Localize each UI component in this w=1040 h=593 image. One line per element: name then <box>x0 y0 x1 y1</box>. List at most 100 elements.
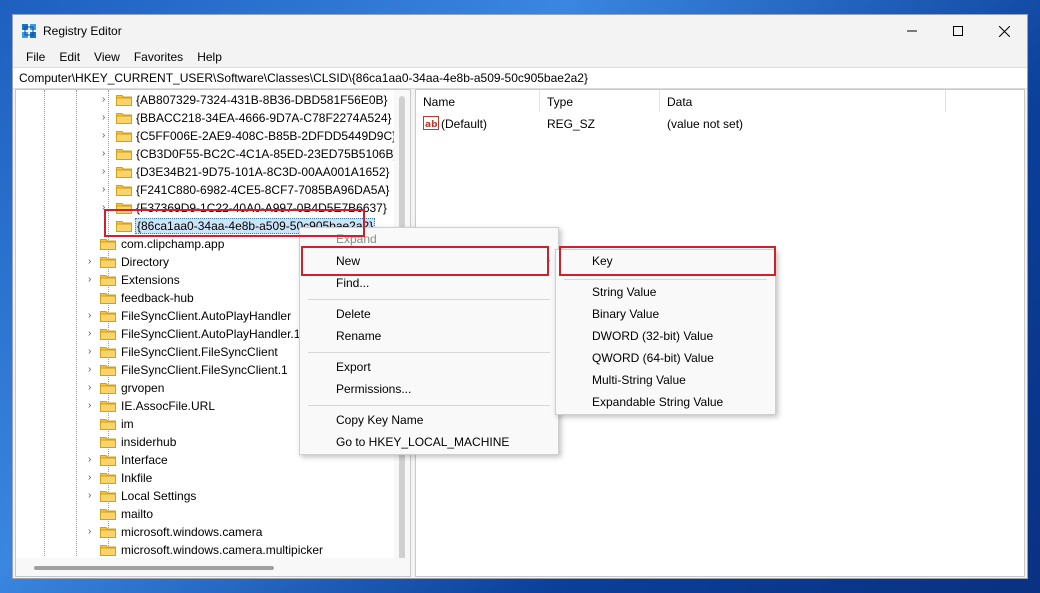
menu-separator <box>308 299 550 300</box>
tree-item-guid[interactable]: › {BBACC218-34EA-4666-9D7A-C78F2274A524} <box>16 109 392 127</box>
title-bar[interactable]: Registry Editor <box>13 15 1027 47</box>
chevron-right-icon[interactable]: › <box>102 130 112 142</box>
context-menu: Expand New › Find... Delete Rename Expor… <box>299 227 559 455</box>
tree-item-label: Inkfile <box>121 471 153 485</box>
column-header-data[interactable]: Data <box>660 90 946 112</box>
chevron-right-icon[interactable]: › <box>88 490 98 502</box>
chevron-right-icon[interactable]: › <box>88 274 98 286</box>
folder-icon <box>100 347 116 358</box>
chevron-right-icon[interactable]: › <box>102 112 112 124</box>
folder-icon <box>100 365 116 376</box>
close-button[interactable] <box>981 15 1027 47</box>
menu-favorites[interactable]: Favorites <box>127 50 190 64</box>
menu-item-delete[interactable]: Delete <box>300 303 558 325</box>
tree-item[interactable]: › Local Settings <box>16 487 392 505</box>
tree-item[interactable]: › Inkfile <box>16 469 392 487</box>
tree-item-label: Local Settings <box>121 489 197 503</box>
menu-item-rename[interactable]: Rename <box>300 325 558 347</box>
tree-item-label: mailto <box>121 507 154 521</box>
tree-item-guid[interactable]: › {AB807329-7324-431B-8B36-DBD581F56E0B} <box>16 91 392 109</box>
folder-icon <box>100 257 116 268</box>
tree-item-label: FileSyncClient.FileSyncClient.1 <box>121 363 288 377</box>
chevron-right-icon[interactable]: › <box>102 94 112 106</box>
menu-item-export[interactable]: Export <box>300 356 558 378</box>
folder-icon <box>116 203 132 214</box>
tree-item[interactable]: microsoft.windows.camera.multipicker <box>16 541 392 559</box>
chevron-right-icon[interactable]: › <box>102 166 112 178</box>
tree-item-guid[interactable]: › {F37369D9-1C22-40A0-A997-0B4D5E7B6637} <box>16 199 392 217</box>
submenu-item-string-value[interactable]: String Value <box>556 281 775 303</box>
value-name: (Default) <box>441 117 488 131</box>
tree-item[interactable]: › microsoft.windows.camera <box>16 523 392 541</box>
chevron-right-icon[interactable]: › <box>88 400 98 412</box>
chevron-right-icon[interactable]: › <box>102 148 112 160</box>
chevron-right-icon[interactable]: › <box>102 184 112 196</box>
submenu-item-qword-value[interactable]: QWORD (64-bit) Value <box>556 347 775 369</box>
tree-item-label: microsoft.windows.camera.multipicker <box>121 543 324 557</box>
folder-icon <box>100 275 116 286</box>
address-path: Computer\HKEY_CURRENT_USER\Software\Clas… <box>19 71 588 85</box>
chevron-right-icon[interactable]: › <box>88 328 98 340</box>
tree-item-label: grvopen <box>121 381 165 395</box>
chevron-right-icon[interactable]: › <box>88 256 98 268</box>
submenu-item-dword-value[interactable]: DWORD (32-bit) Value <box>556 325 775 347</box>
tree-item-guid[interactable]: › {D3E34B21-9D75-101A-8C3D-00AA001A1652} <box>16 163 392 181</box>
ab-string-icon: ab <box>423 116 439 130</box>
chevron-right-icon[interactable]: › <box>88 454 98 466</box>
chevron-right-icon[interactable]: › <box>88 382 98 394</box>
folder-icon <box>100 401 116 412</box>
menu-item-find[interactable]: Find... <box>300 272 558 294</box>
chevron-right-icon[interactable]: › <box>88 310 98 322</box>
submenu-item-multi-string-value[interactable]: Multi-String Value <box>556 369 775 391</box>
menu-edit[interactable]: Edit <box>52 50 87 64</box>
menu-item-goto-hklm[interactable]: Go to HKEY_LOCAL_MACHINE <box>300 431 558 453</box>
folder-icon <box>100 419 116 430</box>
menu-item-expand[interactable]: Expand <box>300 228 558 250</box>
folder-icon <box>100 329 116 340</box>
chevron-right-icon[interactable]: › <box>88 472 98 484</box>
folder-icon <box>116 149 132 160</box>
column-header-type[interactable]: Type <box>540 90 660 112</box>
tree-item-label: Interface <box>121 453 168 467</box>
tree-item-guid[interactable]: › {CB3D0F55-BC2C-4C1A-85ED-23ED75B5106B} <box>16 145 397 163</box>
folder-icon <box>100 311 116 322</box>
tree-horizontal-scroll-thumb[interactable] <box>34 566 274 570</box>
menu-item-permissions[interactable]: Permissions... <box>300 378 558 400</box>
folder-icon <box>100 383 116 394</box>
menu-file[interactable]: File <box>19 50 52 64</box>
maximize-button[interactable] <box>935 15 981 47</box>
folder-icon <box>100 545 116 556</box>
address-bar[interactable]: Computer\HKEY_CURRENT_USER\Software\Clas… <box>13 67 1027 89</box>
chevron-right-icon[interactable]: › <box>102 202 112 214</box>
folder-icon <box>116 113 132 124</box>
tree-item-label: im <box>121 417 134 431</box>
submenu-item-key[interactable]: Key <box>556 250 775 272</box>
tree-item-guid[interactable]: › {C5FF006E-2AE9-408C-B85B-2DFDD5449D9C} <box>16 127 396 145</box>
tree-item-label: Directory <box>121 255 170 269</box>
column-header-name[interactable]: Name <box>416 90 540 112</box>
new-submenu: Key String Value Binary Value DWORD (32-… <box>555 249 776 415</box>
folder-icon <box>100 455 116 466</box>
folder-icon <box>100 527 116 538</box>
chevron-right-icon[interactable]: › <box>88 346 98 358</box>
tree-item-label: FileSyncClient.AutoPlayHandler <box>121 309 292 323</box>
tree-item-label: {AB807329-7324-431B-8B36-DBD581F56E0B} <box>136 93 388 107</box>
menu-view[interactable]: View <box>87 50 127 64</box>
value-type: REG_SZ <box>547 117 596 131</box>
submenu-item-expandable-string-value[interactable]: Expandable String Value <box>556 391 775 413</box>
folder-icon <box>100 491 116 502</box>
tree-item[interactable]: mailto <box>16 505 392 523</box>
tree-item-guid[interactable]: › {F241C880-6982-4CE5-8CF7-7085BA96DA5A} <box>16 181 392 199</box>
folder-icon <box>116 131 132 142</box>
chevron-right-icon[interactable]: › <box>88 526 98 538</box>
folder-icon <box>116 185 132 196</box>
menu-help[interactable]: Help <box>190 50 229 64</box>
menu-item-copy-key-name[interactable]: Copy Key Name <box>300 409 558 431</box>
chevron-right-icon[interactable]: › <box>88 364 98 376</box>
submenu-item-binary-value[interactable]: Binary Value <box>556 303 775 325</box>
value-data: (value not set) <box>667 117 744 131</box>
tree-horizontal-scrollbar[interactable] <box>16 558 410 576</box>
menu-item-new[interactable]: New › <box>300 250 558 272</box>
tree-item-label: {F241C880-6982-4CE5-8CF7-7085BA96DA5A} <box>136 183 390 197</box>
minimize-button[interactable] <box>889 15 935 47</box>
